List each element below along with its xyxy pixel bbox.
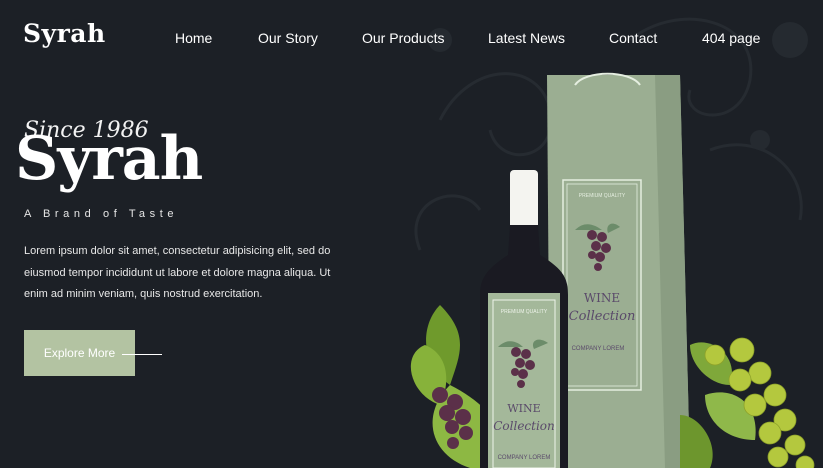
explore-more-button[interactable]: Explore More [24, 330, 135, 376]
nav-home[interactable]: Home [175, 30, 212, 46]
hero-description: Lorem ipsum dolor sit amet, consectetur … [24, 245, 331, 300]
nav-our-story[interactable]: Our Story [258, 30, 318, 46]
nav-contact[interactable]: Contact [609, 30, 657, 46]
bag-wine-label: WINE [584, 291, 620, 305]
nav-latest-news[interactable]: Latest News [488, 30, 565, 46]
bag-company-label: COMPANY LOREM [572, 346, 625, 352]
nav-our-products[interactable]: Our Products [362, 30, 444, 46]
bottle-company-label: COMPANY LOREM [498, 455, 551, 461]
product-image: PREMIUM QUALITY WINE Collection COMPANY … [410, 72, 815, 468]
hero-tagline: A Brand of Taste [24, 208, 179, 220]
hero-since: Since 1986 [24, 118, 149, 143]
bag-top-label: PREMIUM QUALITY [579, 193, 626, 199]
bottle-top-label: PREMIUM QUALITY [501, 309, 548, 315]
bottle-wine-label: WINE [507, 402, 540, 415]
main-nav: Home Our Story Our Products Latest News … [0, 30, 823, 48]
bottle-collection-label: Collection [493, 419, 555, 433]
bag-collection-label: Collection [569, 309, 636, 324]
nav-404-page[interactable]: 404 page [702, 30, 760, 46]
wine-gift-bag: PREMIUM QUALITY WINE Collection COMPANY … [547, 72, 690, 468]
button-underline [122, 354, 162, 355]
